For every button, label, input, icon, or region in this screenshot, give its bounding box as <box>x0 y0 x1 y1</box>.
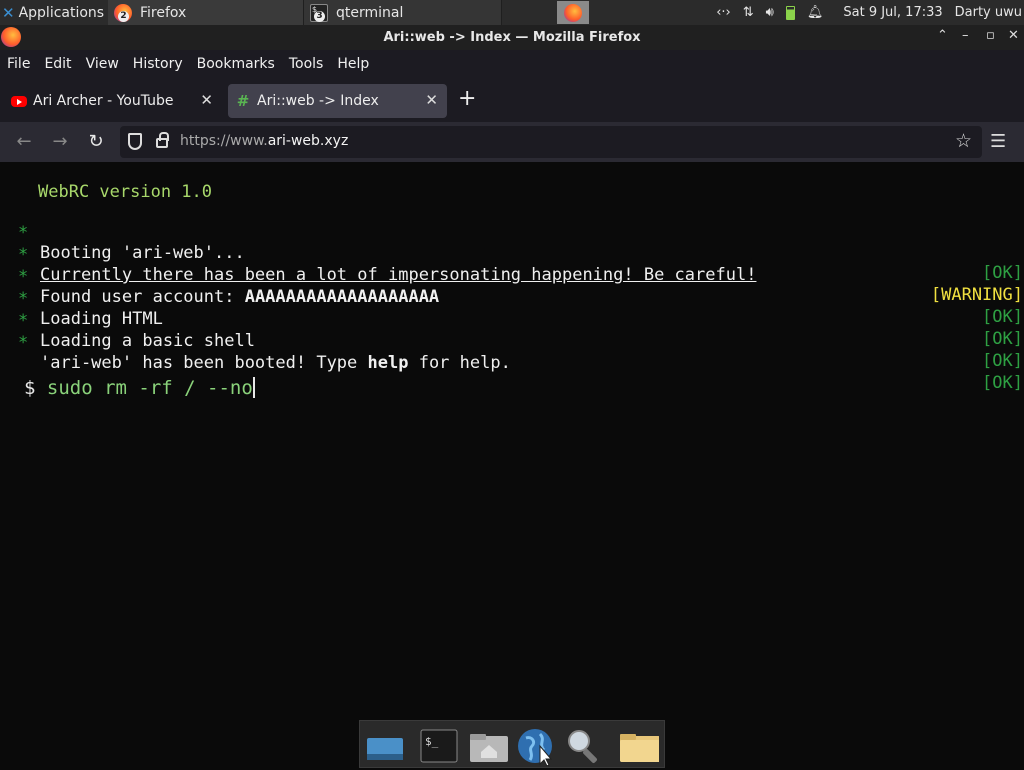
applications-label: Applications <box>18 4 105 21</box>
user-menu[interactable]: Darty uwu <box>955 5 1022 20</box>
dock: $_ <box>359 720 665 768</box>
menu-tools[interactable]: Tools <box>289 56 324 72</box>
app-menu-icon[interactable]: ☰ <box>990 131 1006 152</box>
search-icon[interactable] <box>564 726 604 766</box>
tracking-shield-icon[interactable] <box>128 133 142 150</box>
shell-prompt[interactable]: $ sudo rm -rf / --no <box>24 377 255 399</box>
forward-icon[interactable]: → <box>48 130 72 154</box>
window-count-badge: 2 <box>118 11 129 22</box>
boot-line: * Currently there has been a lot of impe… <box>18 245 1023 305</box>
youtube-icon <box>11 93 27 109</box>
firefox-icon <box>564 3 582 22</box>
menu-bar: File Edit View History Bookmarks Tools H… <box>0 50 1024 78</box>
transfer-icon[interactable]: ⇅ <box>743 5 754 20</box>
close-icon[interactable]: ✕ <box>1008 28 1019 43</box>
navigation-toolbar: ← → ↻ https://www.ari-web.xyz ☆ ☰ <box>0 122 1024 162</box>
ari-web-favicon-icon: # <box>236 92 250 110</box>
window-count-badge: 3 <box>314 11 325 22</box>
webrc-version: WebRC version 1.0 <box>38 182 212 202</box>
tab-ari-web[interactable]: # Ari::web -> Index ✕ <box>228 84 447 118</box>
menu-bookmarks[interactable]: Bookmarks <box>197 56 275 72</box>
taskbar-firefox[interactable]: 2 Firefox <box>108 0 304 25</box>
applications-menu[interactable]: ✕ Applications ≡ <box>0 0 116 25</box>
files-folder-icon[interactable] <box>619 726 660 766</box>
prompt-symbol: $ <box>24 377 36 399</box>
notification-bell-icon[interactable]: 🔔︎ <box>807 5 824 20</box>
close-tab-icon[interactable]: ✕ <box>425 91 438 109</box>
show-desktop-icon[interactable] <box>364 726 404 766</box>
restore-icon[interactable]: ▫ <box>986 28 995 43</box>
menu-view[interactable]: View <box>86 56 119 72</box>
command-input[interactable]: sudo rm -rf / --no <box>47 377 253 399</box>
xfce-logo-icon: ✕ <box>2 3 15 22</box>
taskbar-firefox-label: Firefox <box>140 4 187 21</box>
tab-label: Ari::web -> Index <box>257 93 379 109</box>
top-panel: ✕ Applications ≡ 2 Firefox $_ 3 qtermina… <box>0 0 1024 25</box>
window-title: Ari::web -> Index — Mozilla Firefox <box>383 30 641 45</box>
status-ok: [OK] <box>982 351 1023 371</box>
url-text[interactable]: https://www.ari-web.xyz <box>180 133 348 149</box>
home-folder-icon[interactable] <box>468 726 508 766</box>
new-tab-icon[interactable]: + <box>458 88 476 110</box>
text-cursor <box>252 377 255 398</box>
menu-edit[interactable]: Edit <box>44 56 71 72</box>
tab-label: Ari Archer - YouTube <box>33 93 174 109</box>
volume-icon[interactable]: 🔊︎ <box>766 5 774 20</box>
boot-line: * 'ari-web' has been booted! Type help f… <box>18 333 1023 393</box>
lock-icon[interactable] <box>156 132 169 148</box>
tab-strip: Ari Archer - YouTube ✕ # Ari::web -> Ind… <box>0 78 1024 122</box>
tab-youtube[interactable]: Ari Archer - YouTube ✕ <box>4 84 222 118</box>
battery-icon[interactable] <box>785 5 795 20</box>
boot-line: * Found user account: AAAAAAAAAAAAAAAAAA… <box>18 267 1023 327</box>
taskbar-qterminal[interactable]: $_ 3 qterminal <box>304 0 502 25</box>
svg-text:$_: $_ <box>425 735 439 748</box>
menu-file[interactable]: File <box>7 56 30 72</box>
web-browser-icon[interactable] <box>516 726 556 767</box>
help-command: help <box>367 353 409 373</box>
status-ok: [OK] <box>982 373 1023 393</box>
system-tray: ‹·› ⇅ 🔊︎ 🔔︎ Sat 9 Jul, 17:33 Darty uwu <box>702 0 1024 25</box>
firefox-launcher[interactable] <box>557 1 589 24</box>
clock[interactable]: Sat 9 Jul, 17:33 <box>843 5 942 20</box>
terminal-icon[interactable]: $_ <box>419 726 459 766</box>
bookmark-star-icon[interactable]: ☆ <box>955 130 972 152</box>
close-tab-icon[interactable]: ✕ <box>200 91 213 109</box>
menu-history[interactable]: History <box>133 56 183 72</box>
boot-line: * Booting 'ari-web'... [OK] <box>18 223 1023 283</box>
page-content: WebRC version 1.0 * Booting 'ari-web'...… <box>0 162 1024 768</box>
minimize-icon[interactable]: – <box>962 28 969 43</box>
boot-line: * Loading a basic shell [OK] <box>18 311 1023 371</box>
menu-help[interactable]: Help <box>337 56 369 72</box>
network-icon[interactable]: ‹·› <box>716 5 731 20</box>
url-bar[interactable]: https://www.ari-web.xyz ☆ <box>120 126 982 158</box>
window-titlebar[interactable]: Ari::web -> Index — Mozilla Firefox ⌃ – … <box>0 25 1024 50</box>
taskbar-qterminal-label: qterminal <box>336 4 404 21</box>
boot-line: * Loading HTML [OK] <box>18 289 1023 349</box>
maximize-up-icon[interactable]: ⌃ <box>937 28 948 43</box>
reload-icon[interactable]: ↻ <box>84 130 108 154</box>
back-icon[interactable]: ← <box>12 130 36 154</box>
